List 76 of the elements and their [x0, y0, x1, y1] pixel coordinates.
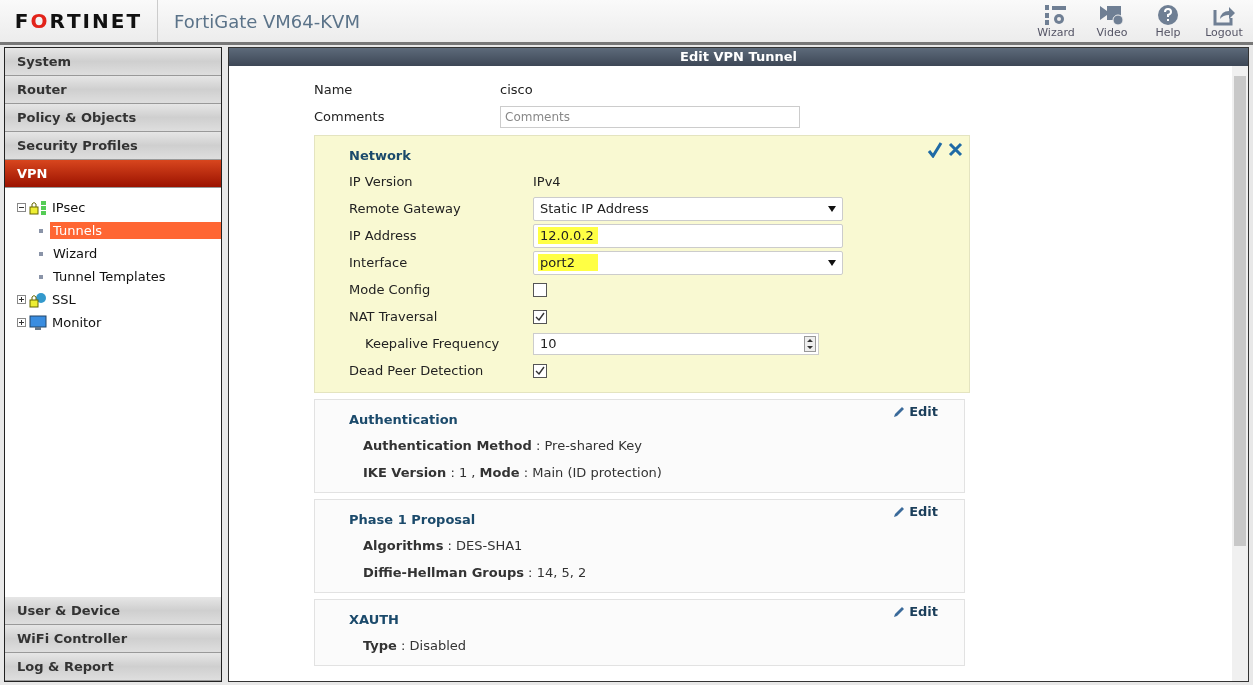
dropdown[interactable]: port2 [533, 250, 843, 275]
menu-section[interactable]: VPN [5, 160, 221, 188]
menu-section[interactable]: System [5, 48, 221, 76]
field-label: Dead Peer Detection [349, 363, 485, 378]
menu-section[interactable]: User & Device [5, 597, 221, 625]
field-value: cisco [500, 82, 533, 97]
tree-item[interactable]: Tunnel Templates [50, 268, 221, 285]
toolbar-button[interactable]: Help [1143, 3, 1193, 39]
field-label: Remote Gateway [349, 201, 462, 216]
pencil-icon [893, 605, 906, 618]
panel-title: Edit VPN Tunnel [229, 48, 1248, 66]
close-icon[interactable] [948, 142, 963, 157]
field-value: IPv4 [533, 174, 561, 189]
video-camera-icon [1099, 3, 1125, 26]
bullet-icon [39, 274, 43, 279]
summary-line: IKE Version : 1 , Mode : Main (ID protection) [363, 464, 662, 482]
bullet-icon [39, 228, 43, 233]
menu-section[interactable]: Policy & Objects [5, 104, 221, 132]
menu-section[interactable]: Router [5, 76, 221, 104]
collapse-icon[interactable] [17, 203, 26, 212]
tree-item[interactable]: Wizard [50, 245, 221, 262]
toolbar-button[interactable]: Wizard [1031, 3, 1081, 39]
field-label: Mode Config [349, 282, 432, 297]
summary-line: Authentication Method : Pre-shared Key [363, 437, 642, 455]
pencil-icon [893, 505, 906, 518]
field-label: NAT Traversal [349, 309, 439, 324]
check-mark-icon [535, 366, 545, 375]
input-field[interactable]: 12.0.0.2 [533, 223, 843, 248]
scrollbar[interactable] [1232, 66, 1248, 681]
monitor-icon [29, 314, 47, 331]
field-label: IP Address [349, 228, 418, 243]
summary-line: Algorithms : DES-SHA1 [363, 537, 523, 555]
product-title: FortiGate VM64-KVM [174, 10, 361, 32]
check-mark-icon [535, 312, 545, 321]
tree-item[interactable]: SSL [50, 291, 78, 308]
checkbox[interactable] [533, 363, 547, 378]
pencil-icon [893, 405, 906, 418]
help-icon [1157, 3, 1179, 26]
field-label: IP Version [349, 174, 414, 189]
field-label: Keepalive Frequency [364, 336, 501, 351]
edit-button[interactable]: Edit [893, 604, 938, 619]
edit-button[interactable]: Edit [893, 504, 938, 519]
menu-section[interactable]: Security Profiles [5, 132, 221, 160]
toolbar-button[interactable]: Video [1087, 3, 1137, 39]
caret-icon [828, 259, 836, 266]
summary-line: Type : Disabled [363, 637, 467, 655]
check-mark-icon[interactable] [927, 142, 943, 158]
brand-logo: FORTINET [0, 0, 158, 42]
field-label: Interface [349, 255, 409, 270]
dropdown[interactable]: Static IP Address [533, 196, 843, 221]
spinner-arrows-icon [804, 335, 816, 352]
caret-icon [828, 205, 836, 212]
section-title: Phase 1 Proposal [349, 511, 476, 529]
comments-field[interactable]: Comments [500, 105, 800, 128]
numbered-list-gear-icon [1044, 3, 1068, 26]
checkbox[interactable] [533, 309, 547, 324]
field-label: Comments [314, 109, 386, 124]
tree-item[interactable]: Monitor [50, 314, 104, 331]
tree-item[interactable]: IPsec [50, 199, 88, 216]
scroll-thumb[interactable] [1234, 76, 1246, 546]
menu-section[interactable]: Log & Report [5, 653, 221, 681]
menu-section[interactable]: WiFi Controller [5, 625, 221, 653]
lock-network-icon [29, 199, 47, 216]
summary-line: Diffie-Hellman Groups : 14, 5, 2 [363, 564, 587, 582]
checkbox[interactable] [533, 282, 547, 297]
bullet-icon [39, 251, 43, 256]
section-title: Network [349, 147, 411, 165]
expand-icon[interactable] [17, 295, 26, 304]
section-title: Authentication [349, 411, 458, 429]
field-label: Name [314, 82, 354, 97]
edit-button[interactable]: Edit [893, 404, 938, 419]
number-field[interactable]: 10 [533, 332, 819, 355]
expand-icon[interactable] [17, 318, 26, 327]
toolbar-button[interactable]: Logout [1199, 3, 1249, 39]
section-title: XAUTH [349, 611, 399, 629]
lock-globe-icon [29, 291, 47, 308]
